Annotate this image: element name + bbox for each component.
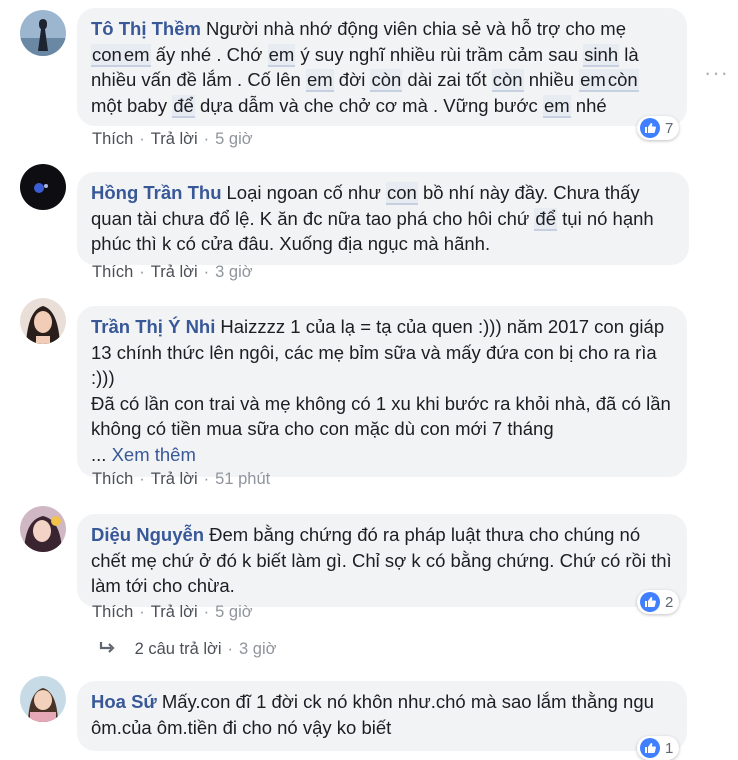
text-segment: một baby xyxy=(91,94,173,116)
more-dots-icon[interactable]: ··· xyxy=(704,60,729,86)
comment-text-continued: Đã có lần con trai và mẹ không có 1 xu k… xyxy=(91,392,671,440)
reaction-number: 1 xyxy=(665,739,674,757)
reaction-count[interactable]: 1 xyxy=(637,736,680,760)
avatar-image xyxy=(20,676,66,722)
view-replies[interactable]: 2 câu trả lời · 3 giờ xyxy=(98,640,276,659)
avatar-image xyxy=(20,506,66,552)
like-link[interactable]: Thích xyxy=(92,263,133,281)
comment-text: Mấy.con đĩ 1 đời ck nó khôn như.chó mà s… xyxy=(91,691,654,738)
comment-actions: Thích · Trả lời · 3 giờ xyxy=(92,263,253,282)
text-segment: nhiều xyxy=(523,69,580,90)
separator: · xyxy=(139,130,145,148)
comment-bubble: Trần Thị Ý Nhi Haizzzz 1 của lạ = tạ của … xyxy=(77,306,687,477)
avatar[interactable] xyxy=(20,10,66,56)
avatar-image xyxy=(20,298,66,344)
comment-actions: Thích · Trả lời · 5 giờ xyxy=(92,603,253,622)
separator: · xyxy=(139,603,145,621)
timestamp[interactable]: 5 giờ xyxy=(215,603,252,621)
highlighted-keyword[interactable]: sinh xyxy=(583,43,620,67)
text-segment: nhé xyxy=(570,94,607,116)
reply-arrow-icon xyxy=(98,640,121,658)
reaction-number: 7 xyxy=(665,119,674,137)
highlighted-keyword[interactable]: còn xyxy=(491,69,524,92)
separator: · xyxy=(203,130,210,148)
author-name[interactable]: Diệu Nguyễn xyxy=(91,524,204,545)
like-link[interactable]: Thích xyxy=(92,470,133,488)
separator: · xyxy=(203,470,210,488)
reply-link[interactable]: Trả lời xyxy=(151,263,198,281)
separator: · xyxy=(139,470,145,488)
thumbs-up-icon xyxy=(640,738,660,758)
reply-link[interactable]: Trả lời xyxy=(151,130,198,148)
comment-bubble: Hồng Trần Thu Loại ngoan cố như con bồ nh… xyxy=(77,172,689,265)
highlighted-keyword[interactable]: còn xyxy=(606,69,639,92)
reaction-count[interactable]: 2 xyxy=(637,590,680,614)
comment-bubble: Tô Thị Thềm Người nhà nhớ động viên chia … xyxy=(77,8,687,126)
text-segment: ý suy nghĩ nhiều rùi trầm cảm sau xyxy=(295,43,584,65)
text-segment: Loại ngoan cố như xyxy=(226,182,386,203)
separator: · xyxy=(139,263,145,281)
reaction-number: 2 xyxy=(665,593,674,611)
text-segment: Người nhà nhớ động viên chia sẻ và hỗ tr… xyxy=(205,18,627,39)
thumbs-up-icon xyxy=(640,592,660,612)
comment-actions: Thích · Trả lời · 5 giờ xyxy=(92,130,253,149)
author-name[interactable]: Hoa Sứ xyxy=(91,691,157,712)
avatar[interactable] xyxy=(20,676,66,722)
highlighted-keyword[interactable]: để xyxy=(172,94,195,118)
highlighted-keyword[interactable]: còn xyxy=(370,69,403,92)
highlighted-keyword[interactable]: em xyxy=(267,43,296,67)
avatar[interactable] xyxy=(20,506,66,552)
highlighted-keyword[interactable]: con xyxy=(91,43,123,67)
avatar[interactable] xyxy=(20,298,66,344)
reaction-count[interactable]: 7 xyxy=(637,116,680,140)
replies-count[interactable]: 2 câu trả lời xyxy=(135,640,222,658)
author-name[interactable]: Trần Thị Ý Nhi xyxy=(91,316,215,337)
comment-bubble: Diệu Nguyễn Đem bằng chứng đó ra pháp luậ… xyxy=(77,514,687,607)
author-name[interactable]: Tô Thị Thềm xyxy=(91,18,201,39)
author-name[interactable]: Hồng Trần Thu xyxy=(91,182,222,203)
comment-bubble: Hoa Sứ Mấy.con đĩ 1 đời ck nó khôn như.ch… xyxy=(77,681,687,751)
text-segment: đời xyxy=(333,69,371,90)
timestamp[interactable]: 3 giờ xyxy=(215,263,252,281)
separator: · xyxy=(203,263,210,281)
separator: · xyxy=(203,603,210,621)
timestamp[interactable]: 5 giờ xyxy=(215,130,252,148)
avatar-image xyxy=(20,10,66,56)
highlighted-keyword[interactable]: em xyxy=(305,69,334,92)
avatar[interactable] xyxy=(20,164,66,210)
comment-actions: Thích · Trả lời · 51 phút xyxy=(92,470,270,489)
highlighted-keyword[interactable]: em xyxy=(122,43,151,67)
avatar-image xyxy=(20,164,66,210)
text-segment: dài zai tốt xyxy=(402,69,492,90)
replies-time: 3 giờ xyxy=(239,640,277,658)
text-segment: Mấy.con đĩ 1 đời ck nó khôn như.chó mà s… xyxy=(91,691,654,738)
separator: · xyxy=(227,640,234,658)
highlighted-keyword[interactable]: em xyxy=(579,69,607,92)
text-segment: dựa dẫm và che chở cơ mà . Vững bước xyxy=(194,94,543,116)
like-link[interactable]: Thích xyxy=(92,603,133,621)
see-more-link[interactable]: Xem thêm xyxy=(112,444,196,465)
highlighted-keyword[interactable]: con xyxy=(386,182,418,205)
highlighted-keyword[interactable]: em xyxy=(542,94,571,118)
highlighted-keyword[interactable]: để xyxy=(534,207,557,231)
reply-link[interactable]: Trả lời xyxy=(151,470,198,488)
timestamp[interactable]: 51 phút xyxy=(215,470,270,488)
thumbs-up-icon xyxy=(640,118,660,138)
see-more-prefix: ... xyxy=(91,443,107,465)
like-link[interactable]: Thích xyxy=(92,130,133,148)
reply-link[interactable]: Trả lời xyxy=(151,603,198,621)
text-segment: ấy nhé . Chớ xyxy=(150,43,268,65)
